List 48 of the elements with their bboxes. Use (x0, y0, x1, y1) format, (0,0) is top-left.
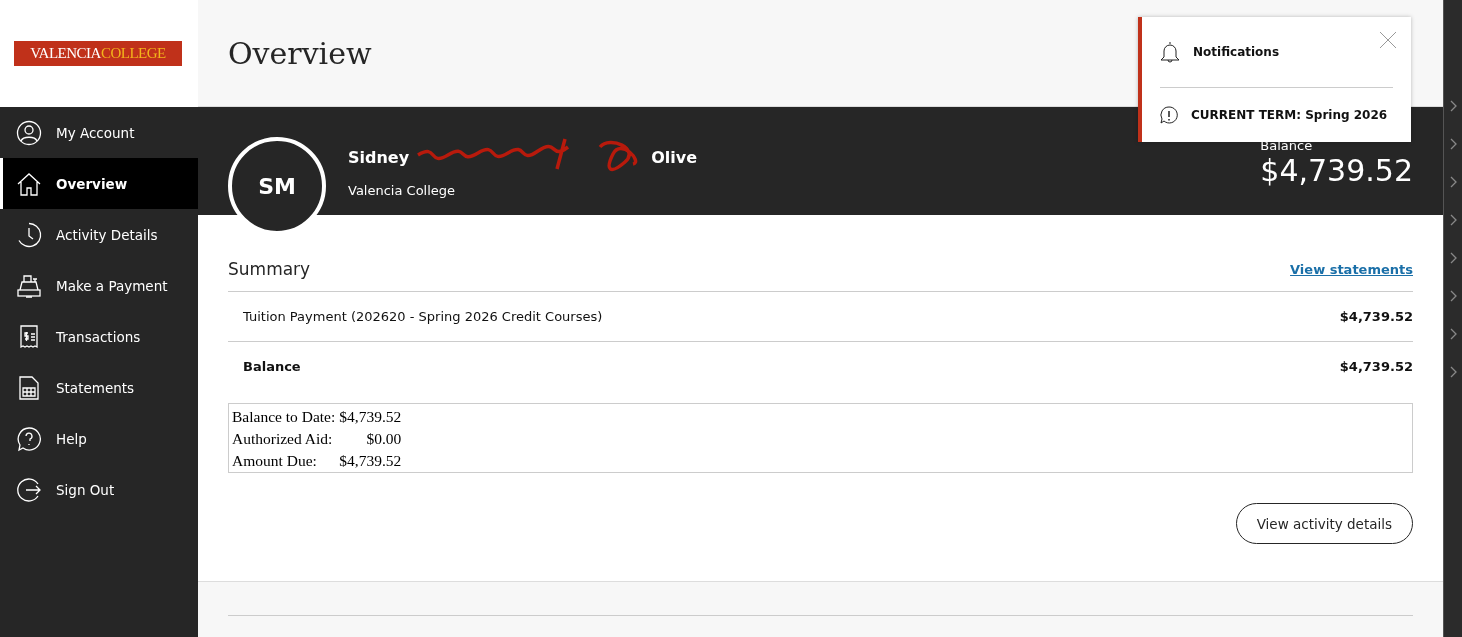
logo-text: COLLEGE (100, 45, 166, 62)
bell-icon (1160, 41, 1180, 63)
chevron-right-icon (1449, 366, 1457, 378)
page-title: Overview (228, 35, 372, 71)
chevron-right-icon (1449, 214, 1457, 226)
student-name: Olive (651, 147, 697, 167)
close-icon[interactable] (1379, 31, 1397, 49)
chevron-right-icon (1449, 290, 1457, 302)
help-icon (16, 425, 42, 452)
detail-label: Balance to Date: (232, 407, 336, 427)
summary-label: Balance (243, 359, 301, 374)
sidebar-item[interactable]: Overview (0, 158, 198, 209)
sidebar-item[interactable]: Transactions (0, 311, 198, 362)
chevron-right-icon (1449, 138, 1457, 150)
institution-name: Valencia College (348, 183, 457, 198)
sidebar-item[interactable]: Sign Out (0, 464, 198, 515)
detail-value: $4,739.52 (339, 407, 402, 427)
notifications-title: Notifications (1193, 45, 1280, 59)
view-activity-details-button[interactable]: View activity details (1235, 503, 1413, 544)
chevron-right-icon (1449, 100, 1457, 112)
cash-register-icon (16, 272, 42, 299)
clock-icon (16, 221, 42, 248)
summary-amount: $4,739.52 (1339, 309, 1413, 324)
college-logo[interactable]: VALENCIACOLLEGE (14, 41, 182, 66)
chevron-right-icon (1449, 328, 1457, 340)
user-icon (16, 119, 42, 146)
sidebar-item[interactable]: My Account (0, 107, 198, 158)
summary-amount: $4,739.52 (1339, 359, 1413, 374)
alert-icon (1160, 106, 1178, 124)
summary-label: Tuition Payment (202620 - Spring 2026 Credit Courses) (243, 309, 603, 324)
sign-out-icon (16, 476, 42, 503)
chevron-right-icon (1449, 176, 1457, 188)
sidebar-item[interactable]: Activity Details (0, 209, 198, 260)
student-name: Sidney (348, 147, 410, 167)
summary-title: Summary (228, 259, 311, 279)
sidebar-item[interactable]: Help (0, 413, 198, 464)
sidebar-item[interactable]: Statements (0, 362, 198, 413)
detail-label: Authorized Aid: (232, 429, 334, 449)
sidebar-item[interactable]: Make a Payment (0, 260, 198, 311)
detail-label: Amount Due: (232, 451, 318, 471)
notification-text[interactable]: CURRENT TERM: Spring 2026 (1191, 108, 1388, 122)
spreadsheet-icon (16, 374, 42, 401)
detail-value: $0.00 (365, 429, 402, 449)
logo-text: VALENCIA (30, 45, 101, 62)
balance-amount: $4,739.52 (1260, 153, 1413, 188)
detail-value: $4,739.52 (339, 451, 402, 471)
chevron-right-icon (1449, 252, 1457, 264)
view-statements-link[interactable]: View statements (1290, 261, 1413, 277)
